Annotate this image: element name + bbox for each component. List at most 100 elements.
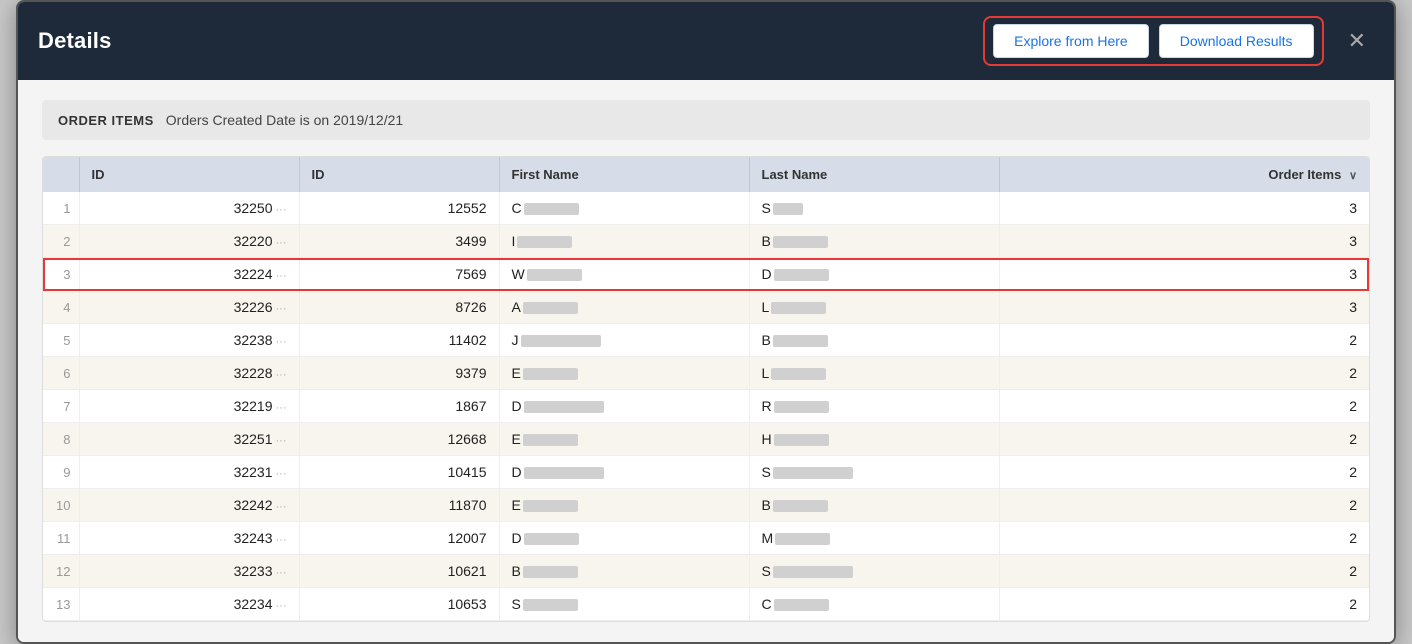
- table-row[interactable]: 432226···8726AL3: [43, 291, 1369, 324]
- cell-id2: 12552: [299, 192, 499, 225]
- cell-orderitems: 2: [999, 588, 1369, 621]
- header-actions-group: Explore from Here Download Results: [983, 16, 1323, 66]
- cell-firstname: D: [499, 522, 749, 555]
- cell-lastname: M: [749, 522, 999, 555]
- col-header-rownum: [43, 157, 79, 192]
- cell-orderitems: 2: [999, 357, 1369, 390]
- cell-id1: 32251···: [79, 423, 299, 456]
- cell-id2: 8726: [299, 291, 499, 324]
- col-header-lastname: Last Name: [749, 157, 999, 192]
- table-row[interactable]: 632228···9379EL2: [43, 357, 1369, 390]
- cell-lastname: B: [749, 225, 999, 258]
- cell-id1: 32242···: [79, 489, 299, 522]
- cell-id1: 32233···: [79, 555, 299, 588]
- cell-rownum: 2: [43, 225, 79, 258]
- cell-orderitems: 2: [999, 555, 1369, 588]
- cell-lastname: S: [749, 555, 999, 588]
- table-row[interactable]: 1132243···12007DM2: [43, 522, 1369, 555]
- cell-id1: 32231···: [79, 456, 299, 489]
- cell-rownum: 6: [43, 357, 79, 390]
- cell-rownum: 9: [43, 456, 79, 489]
- cell-orderitems: 2: [999, 423, 1369, 456]
- cell-lastname: R: [749, 390, 999, 423]
- cell-id1: 32238···: [79, 324, 299, 357]
- cell-id2: 7569: [299, 258, 499, 291]
- cell-rownum: 5: [43, 324, 79, 357]
- cell-lastname: L: [749, 357, 999, 390]
- modal-header: Details Explore from Here Download Resul…: [18, 2, 1394, 80]
- cell-firstname: I: [499, 225, 749, 258]
- cell-id2: 10415: [299, 456, 499, 489]
- cell-id1: 32219···: [79, 390, 299, 423]
- cell-id1: 32228···: [79, 357, 299, 390]
- cell-lastname: C: [749, 588, 999, 621]
- cell-firstname: B: [499, 555, 749, 588]
- table-row[interactable]: 1032242···11870EB2: [43, 489, 1369, 522]
- cell-rownum: 8: [43, 423, 79, 456]
- cell-firstname: A: [499, 291, 749, 324]
- table-row[interactable]: 832251···12668EH2: [43, 423, 1369, 456]
- cell-id2: 3499: [299, 225, 499, 258]
- cell-orderitems: 2: [999, 390, 1369, 423]
- cell-firstname: E: [499, 489, 749, 522]
- filter-label: ORDER ITEMS: [58, 113, 154, 128]
- cell-rownum: 12: [43, 555, 79, 588]
- cell-rownum: 10: [43, 489, 79, 522]
- sort-arrow-icon: ∨: [1349, 170, 1357, 182]
- cell-firstname: W: [499, 258, 749, 291]
- cell-rownum: 3: [43, 258, 79, 291]
- cell-id2: 12007: [299, 522, 499, 555]
- cell-firstname: J: [499, 324, 749, 357]
- filter-bar: ORDER ITEMS Orders Created Date is on 20…: [42, 100, 1370, 140]
- cell-id2: 9379: [299, 357, 499, 390]
- cell-id2: 1867: [299, 390, 499, 423]
- close-button[interactable]: ✕: [1340, 26, 1374, 56]
- table-row[interactable]: 1332234···10653SC2: [43, 588, 1369, 621]
- cell-firstname: D: [499, 456, 749, 489]
- results-table-wrapper: ID ID First Name Last Name Order Items ∨…: [42, 156, 1370, 622]
- cell-firstname: E: [499, 357, 749, 390]
- cell-orderitems: 2: [999, 489, 1369, 522]
- cell-id1: 32243···: [79, 522, 299, 555]
- table-row[interactable]: 1232233···10621BS2: [43, 555, 1369, 588]
- col-header-id2: ID: [299, 157, 499, 192]
- cell-orderitems: 2: [999, 522, 1369, 555]
- cell-rownum: 13: [43, 588, 79, 621]
- col-header-firstname: First Name: [499, 157, 749, 192]
- cell-id1: 32224···: [79, 258, 299, 291]
- cell-rownum: 1: [43, 192, 79, 225]
- table-row[interactable]: 932231···10415DS2: [43, 456, 1369, 489]
- table-row[interactable]: 532238···11402JB2: [43, 324, 1369, 357]
- cell-rownum: 11: [43, 522, 79, 555]
- cell-lastname: H: [749, 423, 999, 456]
- cell-lastname: B: [749, 489, 999, 522]
- cell-lastname: L: [749, 291, 999, 324]
- cell-lastname: D: [749, 258, 999, 291]
- table-row[interactable]: 332224···7569WD3: [43, 258, 1369, 291]
- modal-title: Details: [38, 28, 112, 54]
- cell-id2: 10621: [299, 555, 499, 588]
- cell-id1: 32226···: [79, 291, 299, 324]
- cell-id1: 32220···: [79, 225, 299, 258]
- cell-firstname: S: [499, 588, 749, 621]
- cell-orderitems: 3: [999, 258, 1369, 291]
- col-header-id1: ID: [79, 157, 299, 192]
- table-row[interactable]: 732219···1867DR2: [43, 390, 1369, 423]
- cell-id1: 32234···: [79, 588, 299, 621]
- modal: Details Explore from Here Download Resul…: [16, 0, 1396, 644]
- table-row[interactable]: 132250···12552CS3: [43, 192, 1369, 225]
- download-results-button[interactable]: Download Results: [1159, 24, 1314, 58]
- cell-id2: 11402: [299, 324, 499, 357]
- cell-orderitems: 2: [999, 324, 1369, 357]
- cell-id2: 12668: [299, 423, 499, 456]
- results-table: ID ID First Name Last Name Order Items ∨…: [43, 157, 1369, 621]
- cell-rownum: 7: [43, 390, 79, 423]
- cell-id2: 10653: [299, 588, 499, 621]
- modal-body: ORDER ITEMS Orders Created Date is on 20…: [18, 80, 1394, 642]
- cell-lastname: S: [749, 192, 999, 225]
- cell-id1: 32250···: [79, 192, 299, 225]
- col-header-orderitems[interactable]: Order Items ∨: [999, 157, 1369, 192]
- cell-orderitems: 2: [999, 456, 1369, 489]
- table-row[interactable]: 232220···3499IB3: [43, 225, 1369, 258]
- explore-from-here-button[interactable]: Explore from Here: [993, 24, 1149, 58]
